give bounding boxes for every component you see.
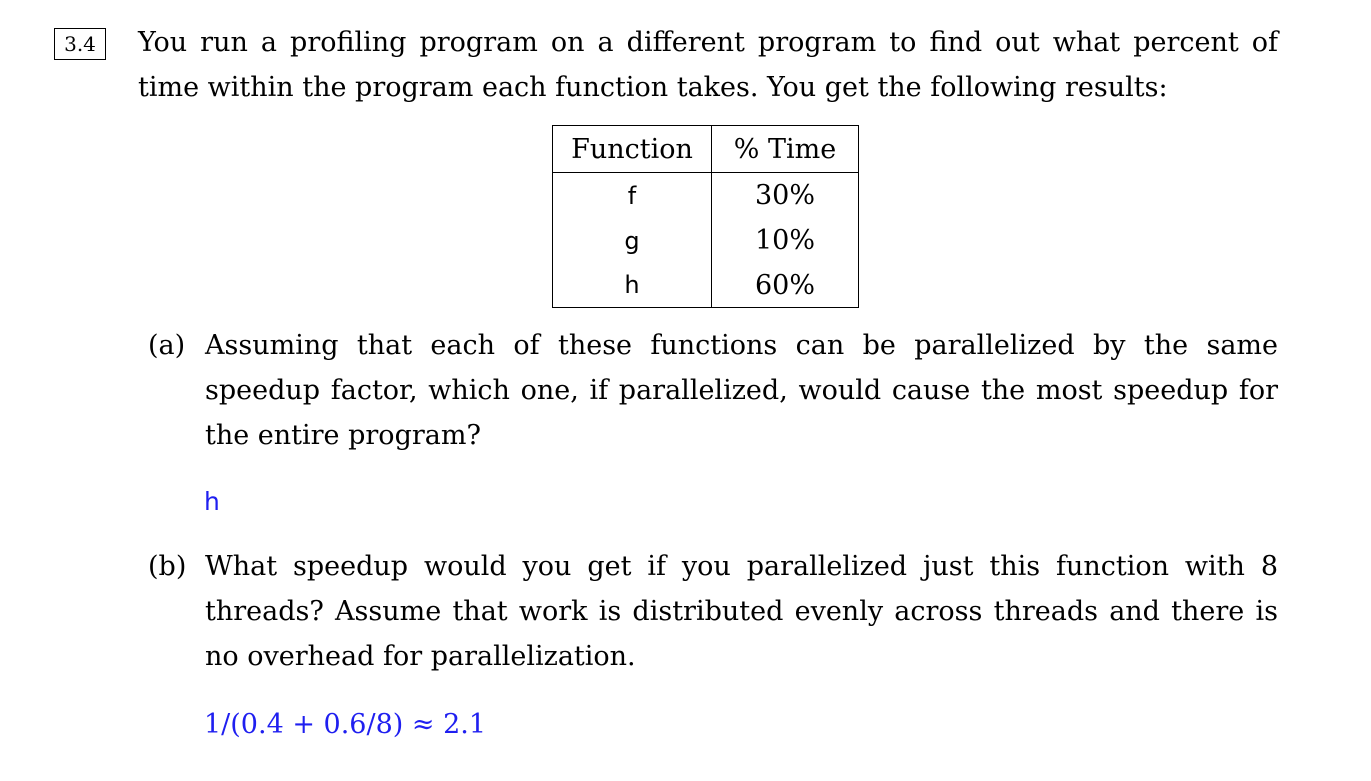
- time-cell: 60%: [711, 263, 859, 308]
- part-a: (a) Assuming that each of these function…: [138, 323, 1278, 458]
- part-a-question: Assuming that each of these functions ca…: [205, 330, 1278, 451]
- table-header-row: Function % Time: [552, 125, 859, 173]
- part-b-label: (b): [148, 551, 187, 582]
- part-b: (b) What speedup would you get if you pa…: [138, 544, 1278, 679]
- function-cell: h: [552, 263, 712, 308]
- column-header-time: % Time: [711, 125, 859, 173]
- part-a-label: (a): [148, 330, 186, 361]
- function-cell: f: [552, 172, 712, 218]
- time-cell: 30%: [711, 172, 859, 218]
- profiling-results-table: Function % Time f 30% g 10% h 60%: [552, 125, 859, 308]
- part-a-answer: h: [204, 487, 220, 516]
- table-row: h 60%: [552, 263, 859, 308]
- part-b-answer: 1/(0.4 + 0.6/8) ≈ 2.1: [204, 709, 487, 740]
- column-header-function: Function: [552, 125, 712, 173]
- part-b-question: What speedup would you get if you parall…: [205, 551, 1278, 672]
- problem-number-box: 3.4: [54, 28, 106, 60]
- function-cell: g: [552, 218, 712, 263]
- problem-intro: You run a profiling program on a differe…: [138, 27, 1278, 103]
- table-row: g 10%: [552, 218, 859, 263]
- table-row: f 30%: [552, 172, 859, 218]
- time-cell: 10%: [711, 218, 859, 263]
